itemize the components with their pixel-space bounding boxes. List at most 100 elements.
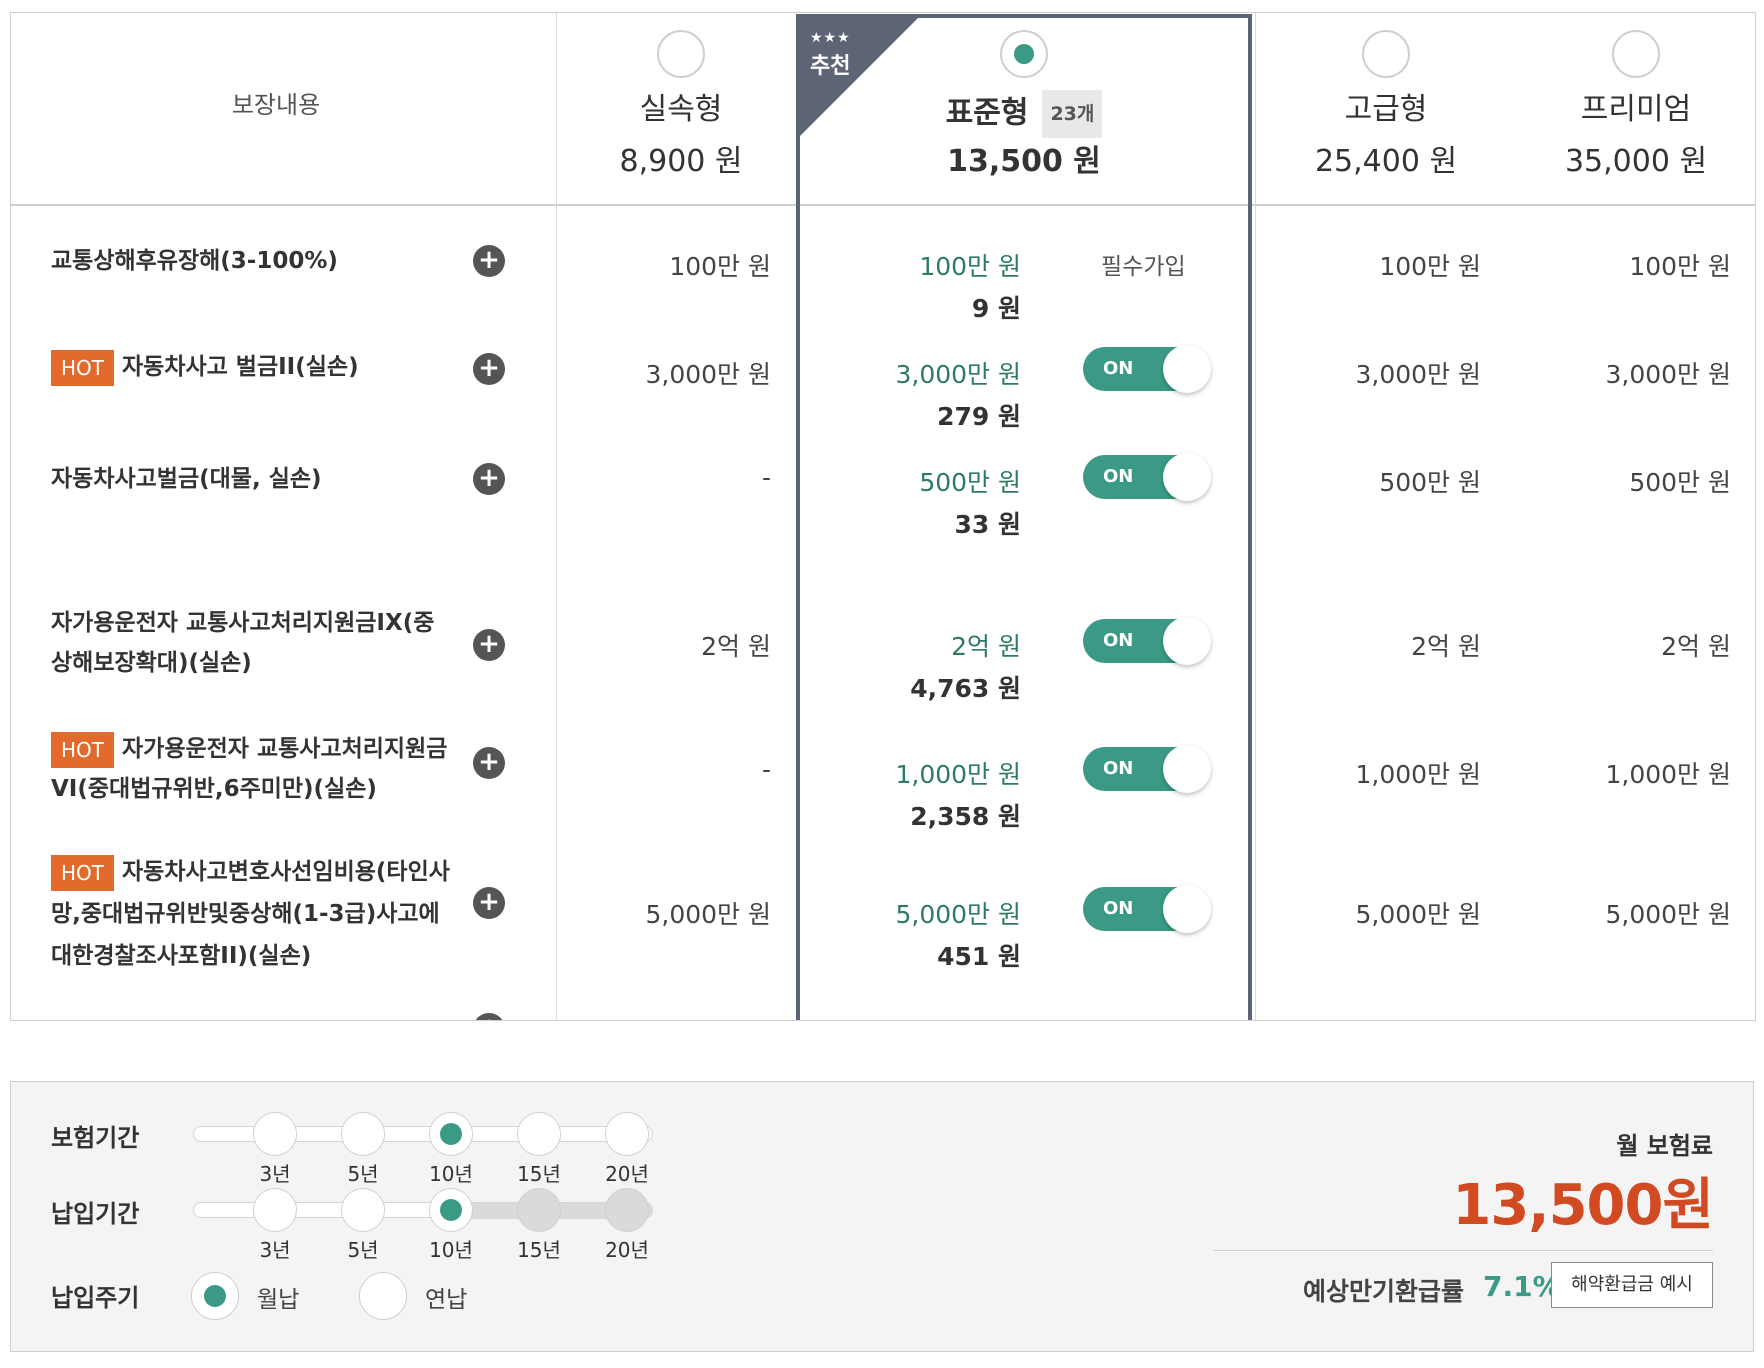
expand-plus-icon[interactable]: + [473,353,505,385]
toggle-knob [1163,885,1211,933]
plan-name: 실속형 [639,92,723,127]
plan-name: 고급형 [1344,92,1428,127]
expand-plus-icon[interactable]: + [473,1013,505,1020]
expand-plus-icon[interactable]: + [473,629,505,661]
standard-premium: 33 원 [954,510,1022,539]
premium-amount: 3,000만 원 [1605,360,1731,389]
plan-radio-premium[interactable] [1612,30,1660,78]
standard-premium: 2,358 원 [910,802,1021,831]
slider-stop[interactable] [341,1112,385,1156]
plan-name: 프리미엄 [1580,92,1692,127]
period-tick: 3년 [259,1162,291,1186]
plan-header-premium[interactable]: 프리미엄 35,000 원 [1521,13,1751,204]
coverage-toggle[interactable]: ON [1083,453,1211,501]
refund-rate-label: 예상만기환급률 [1303,1277,1465,1306]
yearly-payment-radio[interactable] [359,1272,407,1320]
monthly-premium-value: 13,500원 [1452,1173,1714,1238]
toggle-label: ON [1103,630,1134,651]
premium-amount: 1,000만 원 [1605,760,1731,789]
standard-premium: 4,763 원 [910,674,1021,703]
period-tick: 15년 [517,1238,561,1262]
coverage-toggle[interactable]: ON [1083,617,1211,665]
slider-stop[interactable] [605,1112,649,1156]
toggle-knob [1163,345,1211,393]
plan-radio-basic[interactable] [657,30,705,78]
basic-amount: 5,000만 원 [645,900,771,929]
plan-header-standard[interactable]: 표준형 23개 13,500 원 [801,13,1247,204]
plan-header-basic[interactable]: 실속형 8,900 원 [571,13,791,204]
basic-amount: 100만 원 [669,252,771,281]
plan-comparison-table: 보장내용 ★★★ 추천 실속형 8,900 원 표준형 23개 13,500 원 … [10,12,1756,1021]
slider-stop[interactable] [253,1112,297,1156]
plan-price: 25,400 원 [1314,144,1458,179]
standard-amount: 3,000만 원 [895,360,1021,389]
expand-plus-icon[interactable]: + [473,747,505,779]
hot-badge: HOT [51,854,114,891]
coverage-name: HOT 자가용운전자 교통사고처리지원금VI(중대법규위반,6주미만)(실손) [51,729,451,809]
premium-amount: 2억 원 [1661,632,1731,661]
slider-stop-disabled [517,1188,561,1232]
monthly-payment-radio[interactable] [191,1272,239,1320]
plan-header-advanced[interactable]: 고급형 25,400 원 [1271,13,1501,204]
advanced-amount: 3,000만 원 [1355,360,1481,389]
slider-stop[interactable] [517,1112,561,1156]
standard-amount: 500만 원 [919,468,1021,497]
toggle-label: ON [1103,758,1134,779]
plan-radio-standard[interactable] [1000,30,1048,78]
coverage-name: 자동차사고벌금(대물, 실손) [51,466,322,492]
advanced-amount: 1,000만 원 [1355,760,1481,789]
yearly-payment-label[interactable]: 연납 [425,1280,467,1314]
period-tick: 3년 [259,1238,291,1262]
slider-stop-selected[interactable] [429,1112,473,1156]
period-tick: 20년 [605,1162,649,1186]
basic-amount: 2억 원 [701,632,771,661]
toggle-label: ON [1103,358,1134,379]
toggle-label: ON [1103,898,1134,919]
slider-stop[interactable] [341,1188,385,1232]
basic-amount: - [761,755,771,784]
advanced-amount: 100만 원 [1379,252,1481,281]
advanced-amount: 5,000만 원 [1355,900,1481,929]
standard-premium: 451 원 [937,942,1021,971]
plan-price: 8,900 원 [619,144,743,179]
plan-price: 13,500 원 [947,144,1101,179]
period-tick: 20년 [605,1238,649,1262]
slider-stop-selected[interactable] [429,1188,473,1232]
column-divider [1255,13,1256,1020]
refund-example-button[interactable]: 해약환급금 예시 [1551,1262,1713,1308]
expand-plus-icon[interactable]: + [473,463,505,495]
summary-divider [1213,1250,1713,1251]
coverage-toggle[interactable]: ON [1083,745,1211,793]
plan-name: 표준형 [945,95,1029,131]
coverage-header-cell: 보장내용 [11,13,541,204]
advanced-amount: 500만 원 [1379,468,1481,497]
premium-amount: 100만 원 [1629,252,1731,281]
slider-stop[interactable] [253,1188,297,1232]
standard-amount: 2억 원 [951,632,1021,661]
toggle-knob [1163,453,1211,501]
coverage-header: 보장내용 [231,91,321,119]
expand-plus-icon[interactable]: + [473,887,505,919]
period-tick: 5년 [347,1162,379,1186]
toggle-knob [1163,617,1211,665]
coverage-count-badge: 23개 [1042,90,1103,138]
expand-plus-icon[interactable]: + [473,245,505,277]
slider-stop-disabled [605,1188,649,1232]
basic-amount: - [761,463,771,492]
premium-amount: 5,000만 원 [1605,900,1731,929]
payment-period-label: 납입기간 [51,1200,140,1228]
coverage-toggle[interactable]: ON [1083,885,1211,933]
standard-amount: 1,000만 원 [895,760,1021,789]
period-tick: 10년 [429,1238,473,1262]
plan-radio-advanced[interactable] [1362,30,1410,78]
standard-premium: 9 원 [971,294,1021,323]
monthly-payment-label[interactable]: 월납 [257,1280,299,1314]
standard-premium: 279 원 [937,402,1021,431]
column-divider [556,13,557,1020]
standard-amount: 5,000만 원 [895,900,1021,929]
coverage-name: HOT 자동차사고 벌금II(실손) [51,347,451,387]
hot-badge: HOT [51,349,114,386]
toggle-label: ON [1103,466,1134,487]
coverage-toggle[interactable]: ON [1083,345,1211,393]
insurance-period-label: 보험기간 [51,1124,140,1152]
